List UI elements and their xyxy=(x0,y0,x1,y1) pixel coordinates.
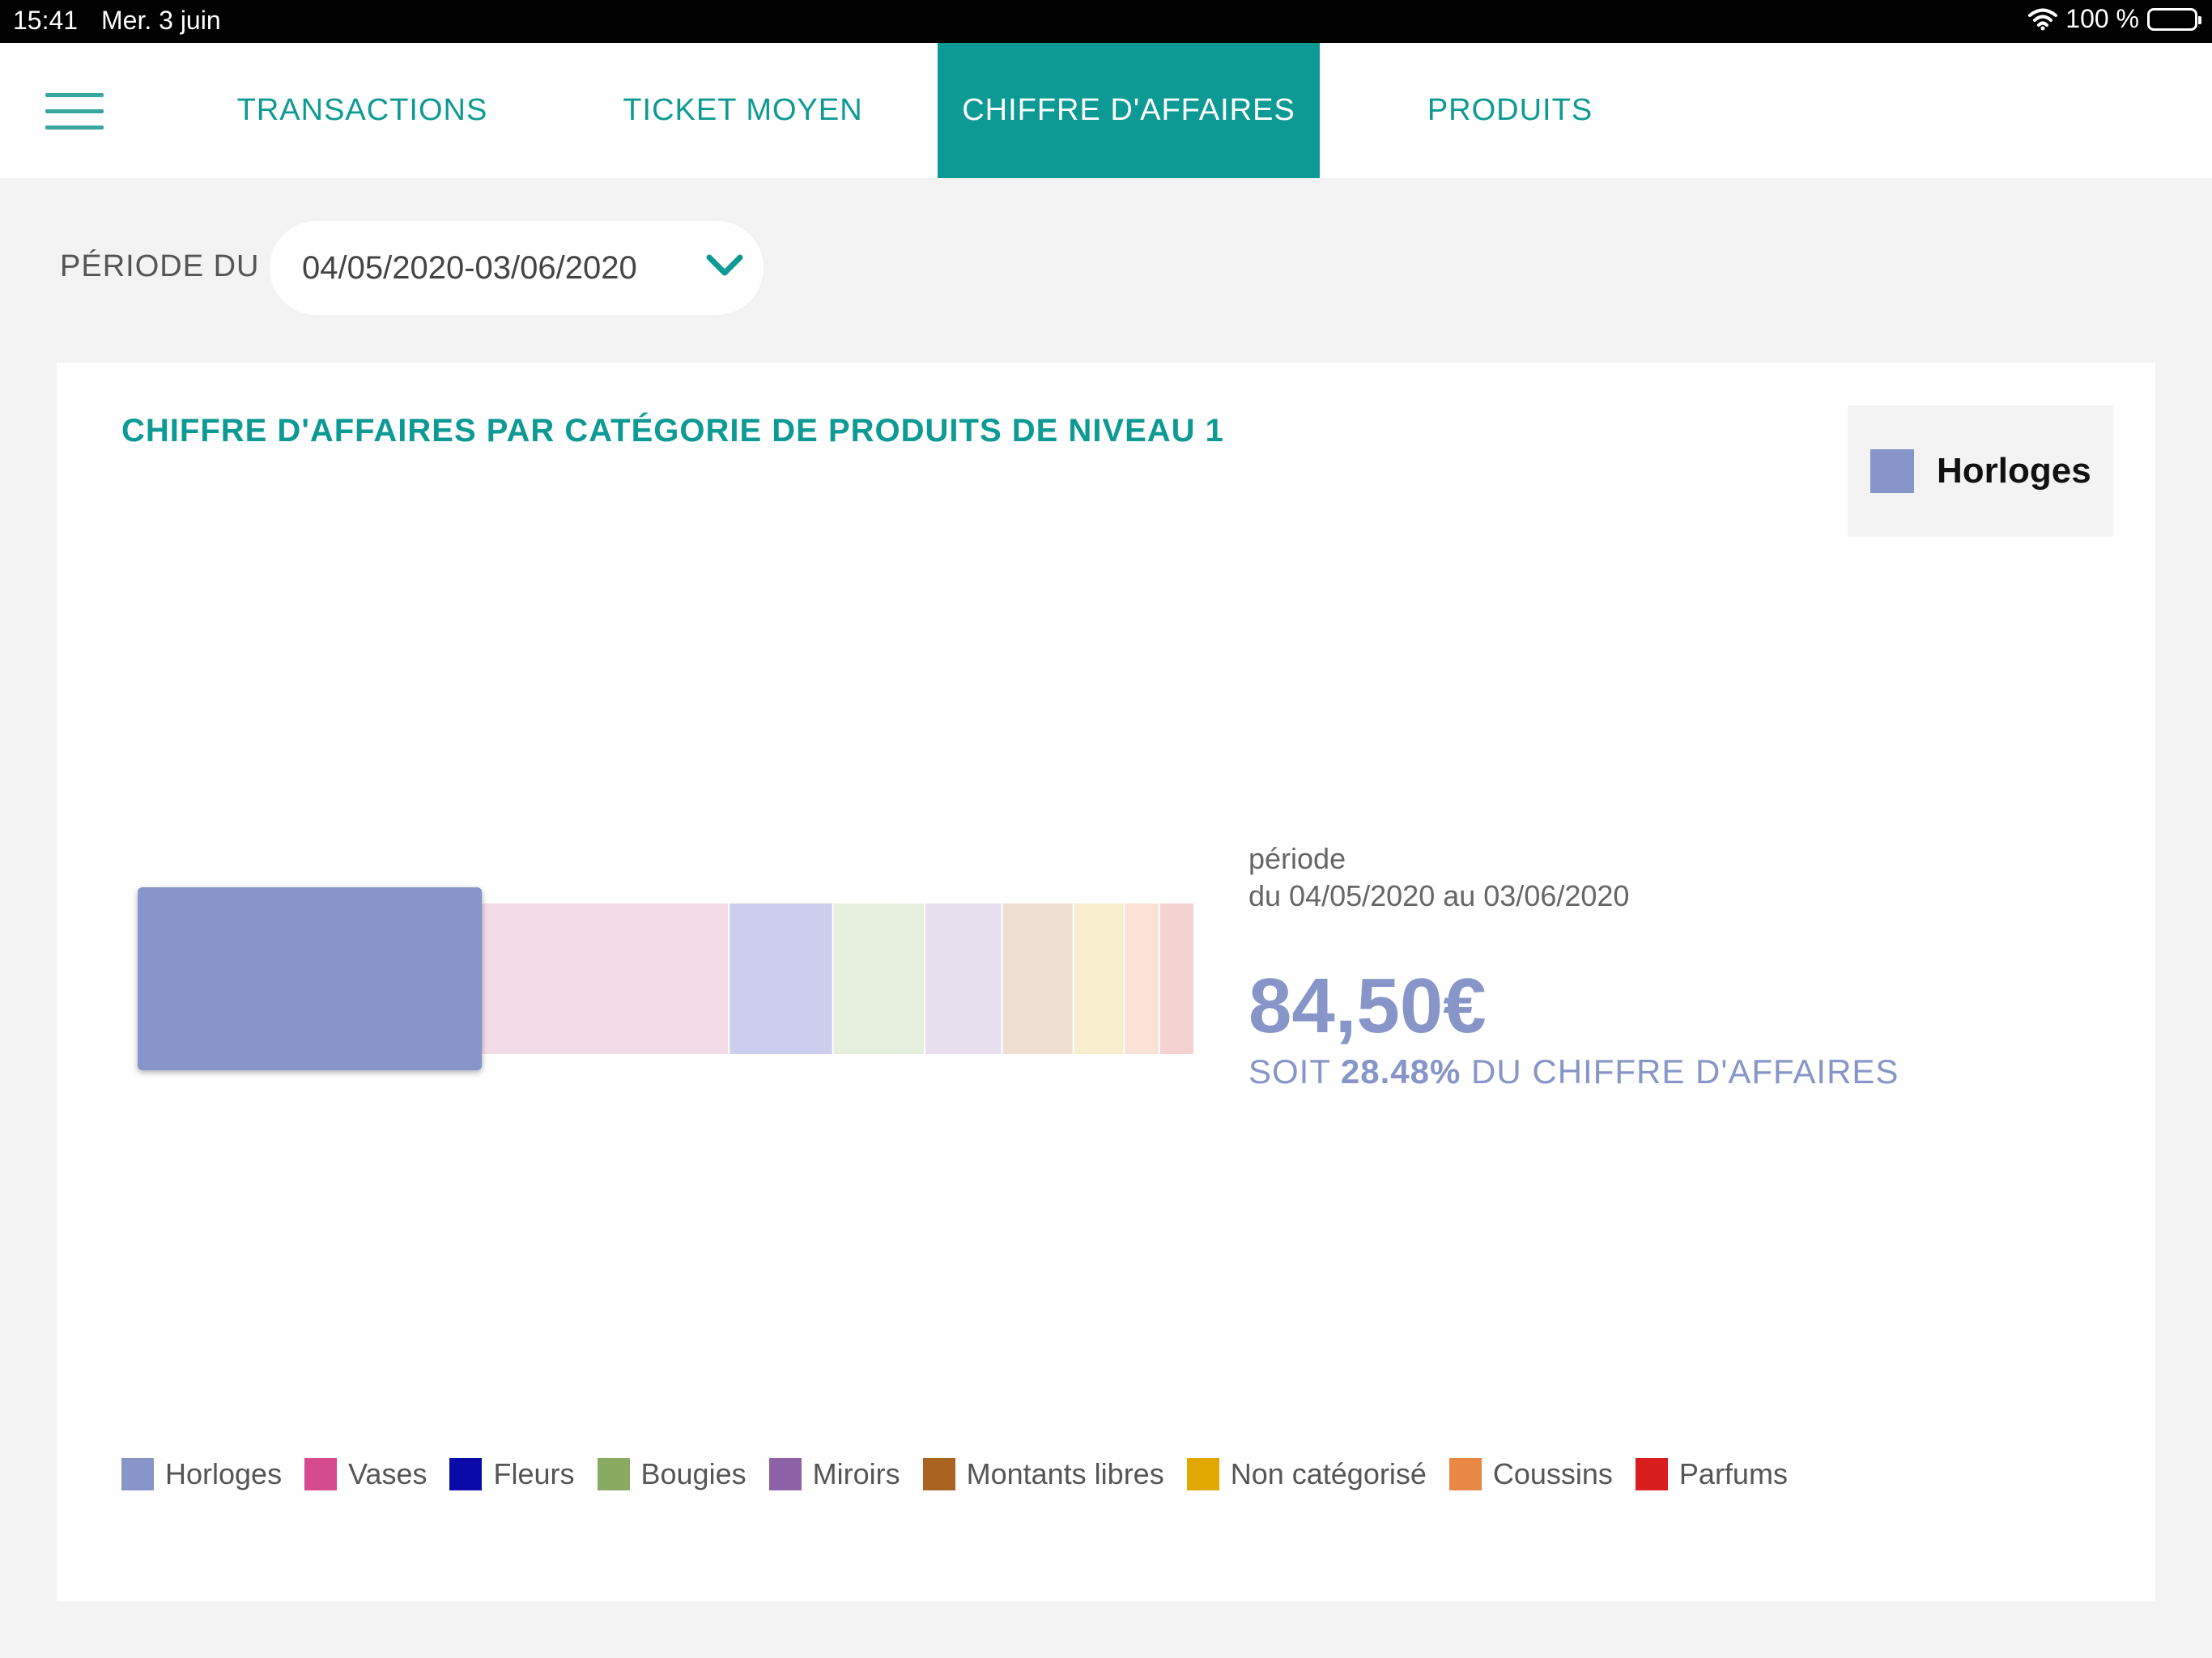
legend-swatch xyxy=(1448,1458,1482,1490)
status-date: Mer. 3 juin xyxy=(101,6,221,35)
chart-card: CHIFFRE D'AFFAIRES PAR CATÉGORIE DE PROD… xyxy=(57,363,2155,1601)
period-value: 04/05/2020-03/06/2020 xyxy=(302,249,637,286)
info-share-value: 28.48% xyxy=(1340,1052,1461,1090)
tab-chiffre-affaires[interactable]: CHIFFRE D'AFFAIRES xyxy=(938,43,1320,178)
legend-swatch xyxy=(121,1458,154,1490)
selected-category-box: Horloges xyxy=(1848,406,2113,537)
bar-segment-non-cat-goris-[interactable] xyxy=(1074,903,1124,1054)
legend-item-miroirs[interactable]: Miroirs xyxy=(768,1457,900,1491)
bar-segment-coussins[interactable] xyxy=(1125,903,1159,1054)
bar-segment-bougies[interactable] xyxy=(833,903,925,1054)
legend-item-bougies[interactable]: Bougies xyxy=(597,1457,747,1491)
top-nav: TRANSACTIONS TICKET MOYEN CHIFFRE D'AFFA… xyxy=(0,43,2212,178)
info-share: SOIT 28.48% DU CHIFFRE D'AFFAIRES xyxy=(1249,1052,1899,1091)
info-amount: 84,50€ xyxy=(1249,963,1487,1049)
legend-label: Montants libres xyxy=(966,1457,1164,1490)
legend-item-parfums[interactable]: Parfums xyxy=(1635,1457,1788,1491)
bar-segment-vases[interactable] xyxy=(482,903,729,1054)
legend-swatch xyxy=(597,1458,630,1490)
bar-segment-horloges[interactable] xyxy=(138,887,483,1070)
info-period: période du 04/05/2020 au 03/06/2020 xyxy=(1249,840,1629,915)
tab-produits[interactable]: PRODUITS xyxy=(1376,43,1644,178)
bar-segment-miroirs[interactable] xyxy=(925,903,1002,1054)
legend-item-non-cat-goris-[interactable]: Non catégorisé xyxy=(1186,1457,1427,1491)
legend-swatch xyxy=(768,1458,802,1490)
selected-category-label: Horloges xyxy=(1937,451,2091,491)
period-dropdown[interactable]: 04/05/2020-03/06/2020 xyxy=(270,221,764,315)
legend-label: Vases xyxy=(348,1457,428,1490)
status-time: 15:41 xyxy=(13,6,79,35)
legend-item-fleurs[interactable]: Fleurs xyxy=(449,1457,575,1491)
status-right: 100 % xyxy=(2028,4,2201,34)
wifi-icon xyxy=(2028,8,2058,31)
bar-segment-montants-libres[interactable] xyxy=(1002,903,1073,1054)
legend-label: Horloges xyxy=(165,1457,283,1490)
chart-legend: Horloges Vases Fleurs Bougies Miroirs Montant… xyxy=(121,1457,1810,1491)
legend-item-coussins[interactable]: Coussins xyxy=(1448,1457,1613,1491)
legend-label: Non catégorisé xyxy=(1230,1457,1427,1490)
battery-icon xyxy=(2147,7,2201,31)
tab-ticket-moyen[interactable]: TICKET MOYEN xyxy=(603,43,883,178)
menu-icon[interactable] xyxy=(45,93,104,130)
battery-percent: 100 % xyxy=(2065,4,2139,33)
bar-segment-parfums[interactable] xyxy=(1159,903,1193,1054)
stacked-bar-chart xyxy=(138,887,1193,1070)
chevron-down-icon xyxy=(705,253,744,282)
legend-label: Coussins xyxy=(1492,1457,1613,1490)
legend-swatch xyxy=(1635,1458,1668,1490)
legend-item-vases[interactable]: Vases xyxy=(304,1457,427,1491)
bar-segment-fleurs[interactable] xyxy=(730,903,832,1054)
legend-swatch xyxy=(449,1458,483,1490)
info-share-suffix: DU CHIFFRE D'AFFAIRES xyxy=(1471,1052,1899,1090)
tab-transactions[interactable]: TRANSACTIONS xyxy=(223,43,502,178)
legend-label: Miroirs xyxy=(812,1457,900,1490)
period-label: PÉRIODE DU xyxy=(60,249,260,283)
selected-category-swatch xyxy=(1870,449,1914,493)
legend-item-montants-libres[interactable]: Montants libres xyxy=(922,1457,1164,1491)
legend-item-horloges[interactable]: Horloges xyxy=(121,1457,282,1491)
legend-swatch xyxy=(922,1458,955,1490)
legend-swatch xyxy=(304,1458,338,1490)
info-period-line1: période xyxy=(1249,842,1346,875)
status-bar: 15:41 Mer. 3 juin 100 % xyxy=(0,0,2212,43)
legend-label: Bougies xyxy=(640,1457,747,1490)
legend-label: Fleurs xyxy=(493,1457,575,1490)
info-period-line2: du 04/05/2020 au 03/06/2020 xyxy=(1249,879,1630,912)
legend-swatch xyxy=(1186,1458,1219,1490)
info-share-prefix: SOIT xyxy=(1249,1052,1331,1090)
legend-label: Parfums xyxy=(1678,1457,1788,1490)
